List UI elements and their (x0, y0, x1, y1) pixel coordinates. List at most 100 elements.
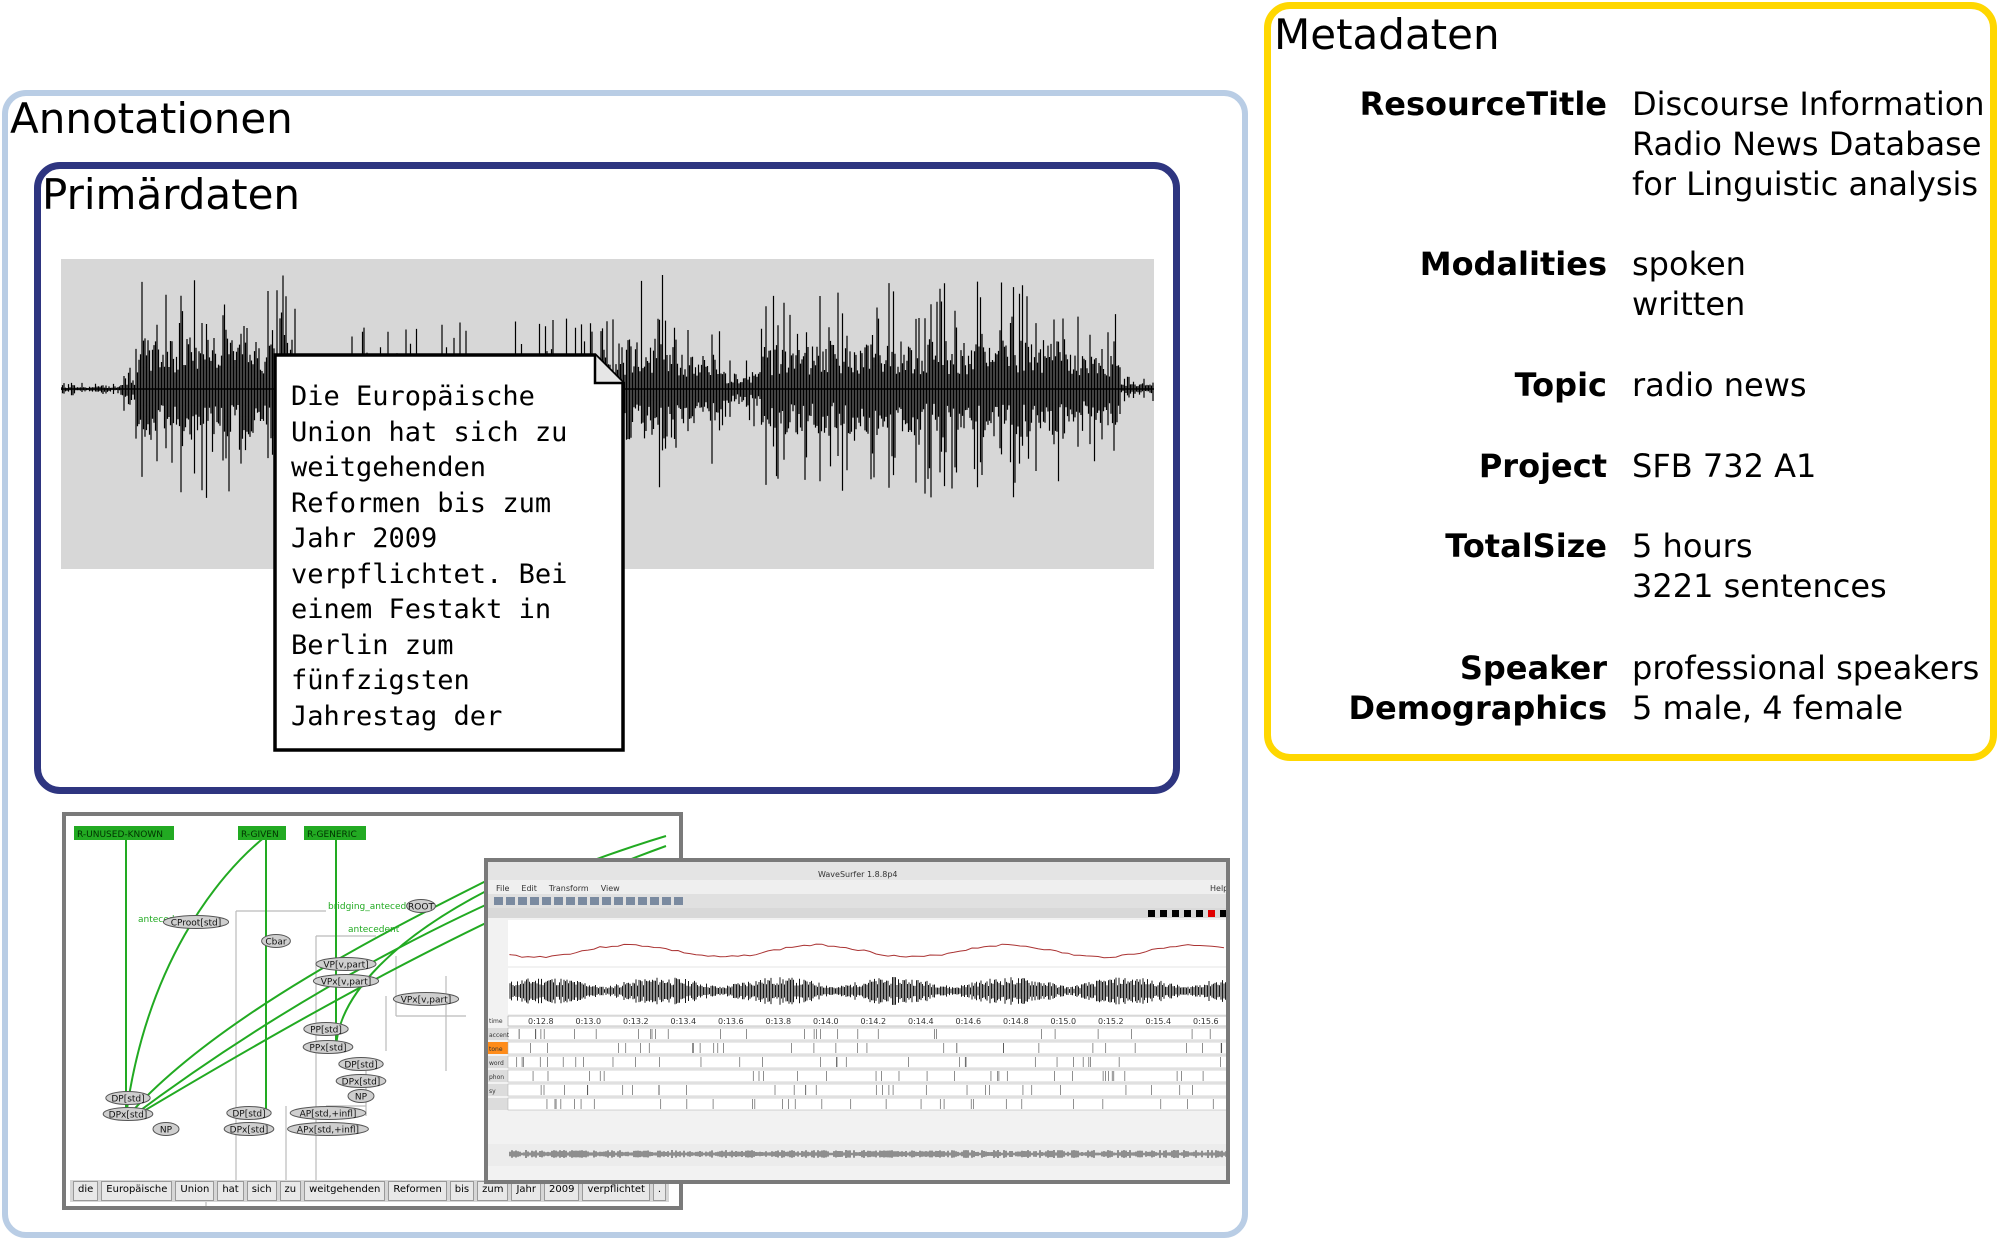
toolbar-icon (542, 897, 551, 905)
time-tick: 0:13.0 (575, 1017, 602, 1026)
toolbar-icon (662, 897, 671, 905)
transport-icon (1184, 910, 1191, 917)
token: sich (246, 1181, 277, 1201)
time-tick: 0:14.4 (908, 1017, 934, 1026)
tree-node-label: AP[std,+infl] (300, 1110, 357, 1120)
metadata-key: Modalities (1419, 245, 1607, 283)
metadata-key: ResourceTitle (1359, 85, 1607, 123)
tier-row (507, 1083, 1226, 1097)
text-document: Die Europäische Union hat sich zu weitge… (273, 353, 625, 752)
toolbar-icon (602, 897, 611, 905)
metadata-key: Speaker Demographics (1348, 649, 1607, 727)
time-tick: 0:13.6 (718, 1017, 744, 1026)
toolbar-icon (590, 897, 599, 905)
toolbar-icon (650, 897, 659, 905)
menu-item[interactable]: Edit (521, 884, 537, 893)
token: bis (449, 1181, 475, 1201)
toolbar-icon (614, 897, 623, 905)
toolbar-icon (518, 897, 527, 905)
token: Union (175, 1181, 215, 1201)
tier-row (507, 1041, 1226, 1055)
metadata-value: spoken written (1632, 245, 1746, 323)
tree-node-label: DP[std] (111, 1095, 144, 1105)
token: Reformen (388, 1181, 447, 1201)
token: weitgehenden (304, 1181, 386, 1201)
time-tick: 0:14.6 (955, 1017, 982, 1026)
tree-node-label: NP (160, 1126, 173, 1136)
tree-node-label: DPx[std] (342, 1078, 381, 1088)
tier-label: accent (489, 1032, 510, 1039)
pitch-pane (508, 920, 1226, 966)
toolbar-icon (554, 897, 563, 905)
transport-icon (1220, 910, 1226, 917)
transport-icon (1196, 910, 1203, 917)
wavesurfer-screenshot: WaveSurfer 1.8.8p4 File Edit Transform View… (484, 858, 1230, 1184)
tier-label: word (489, 1060, 504, 1067)
menu-item[interactable]: File (496, 884, 509, 893)
time-tick: 0:14.2 (860, 1017, 887, 1026)
wavesurfer-help-menu: Help (1210, 884, 1229, 893)
tier-row (507, 1055, 1226, 1069)
tree-node-label: DPx[std] (230, 1126, 269, 1136)
relation-curve (125, 835, 267, 1117)
tier-label: phon (489, 1074, 505, 1081)
toolbar-icon (494, 897, 503, 905)
tree-node-label: DP[std] (344, 1061, 377, 1071)
toolbar-icon (638, 897, 647, 905)
tree-node-label: DP[std] (232, 1110, 265, 1120)
time-tick: 0:15.6 (1193, 1017, 1219, 1026)
transport-icon (1172, 910, 1179, 917)
tree-node-label: VPx[v,part] (321, 978, 372, 988)
time-tick: 0:15.2 (1098, 1017, 1124, 1026)
tree-node-label: VP[v,part] (323, 961, 368, 971)
tier-label-box (488, 1098, 508, 1110)
metadata-key: Project (1478, 447, 1607, 485)
relation-label: R-UNUSED-KNOWN (77, 830, 163, 840)
token: zu (279, 1181, 302, 1201)
toolbar-icon (530, 897, 539, 905)
tree-node-label: NP (355, 1093, 368, 1103)
time-tick: 0:13.8 (765, 1017, 792, 1026)
time-tick: 0:15.0 (1050, 1017, 1077, 1026)
tier-label: sy (489, 1088, 496, 1095)
overview-pane (488, 1144, 1226, 1166)
tier-row (507, 1097, 1226, 1111)
toolbar-icon (578, 897, 587, 905)
metadata-value: radio news (1632, 366, 1807, 404)
token: verpflichtet (582, 1181, 650, 1201)
tree-node-label: ROOT (408, 903, 434, 913)
tree-node-label: Cbar (265, 938, 287, 948)
time-tick: 0:13.2 (623, 1017, 649, 1026)
wavesurfer-menu: File Edit Transform View (496, 884, 632, 894)
metadaten-title: Metadaten (1274, 10, 1500, 59)
tree-node-label: DPx[std] (109, 1111, 148, 1121)
time-tick: 0:14.8 (1003, 1017, 1029, 1026)
transport-icon (1208, 910, 1215, 917)
relation-label: R-GENERIC (307, 830, 357, 840)
time-tick: 0:15.4 (1145, 1017, 1172, 1026)
edge-label: antecedent (348, 925, 400, 935)
tree-node-label: APx[std,+infl] (297, 1126, 359, 1136)
metadata-value: SFB 732 A1 (1632, 447, 1817, 485)
tier-row (507, 1069, 1226, 1083)
token: Europäische (101, 1181, 173, 1201)
menu-item[interactable]: View (601, 884, 620, 893)
annotationen-title: Annotationen (10, 94, 293, 143)
tier-label: tone (489, 1046, 503, 1053)
metadata-value: 5 hours 3221 sentences (1632, 527, 1887, 605)
menu-item[interactable]: Transform (549, 884, 589, 893)
time-tick: 0:12.8 (528, 1017, 554, 1026)
token: die (73, 1181, 99, 1201)
token: . (652, 1181, 667, 1201)
metadata-value: Discourse Information Radio News Databas… (1632, 85, 1985, 203)
file-bar (488, 908, 1226, 918)
time-tick: 0:13.4 (670, 1017, 697, 1026)
toolbar-icon (566, 897, 575, 905)
document-text: Die Europäische Union hat sich zu weitge… (291, 381, 568, 732)
tree-node-label: PP[std] (310, 1026, 342, 1036)
tier-row (507, 1027, 1226, 1041)
tier-label: time (489, 1018, 503, 1025)
wavesurfer-title: WaveSurfer 1.8.8p4 (818, 870, 898, 879)
tree-node-label: PPx[std] (309, 1044, 346, 1054)
primaerdaten-title: Primärdaten (42, 170, 301, 219)
